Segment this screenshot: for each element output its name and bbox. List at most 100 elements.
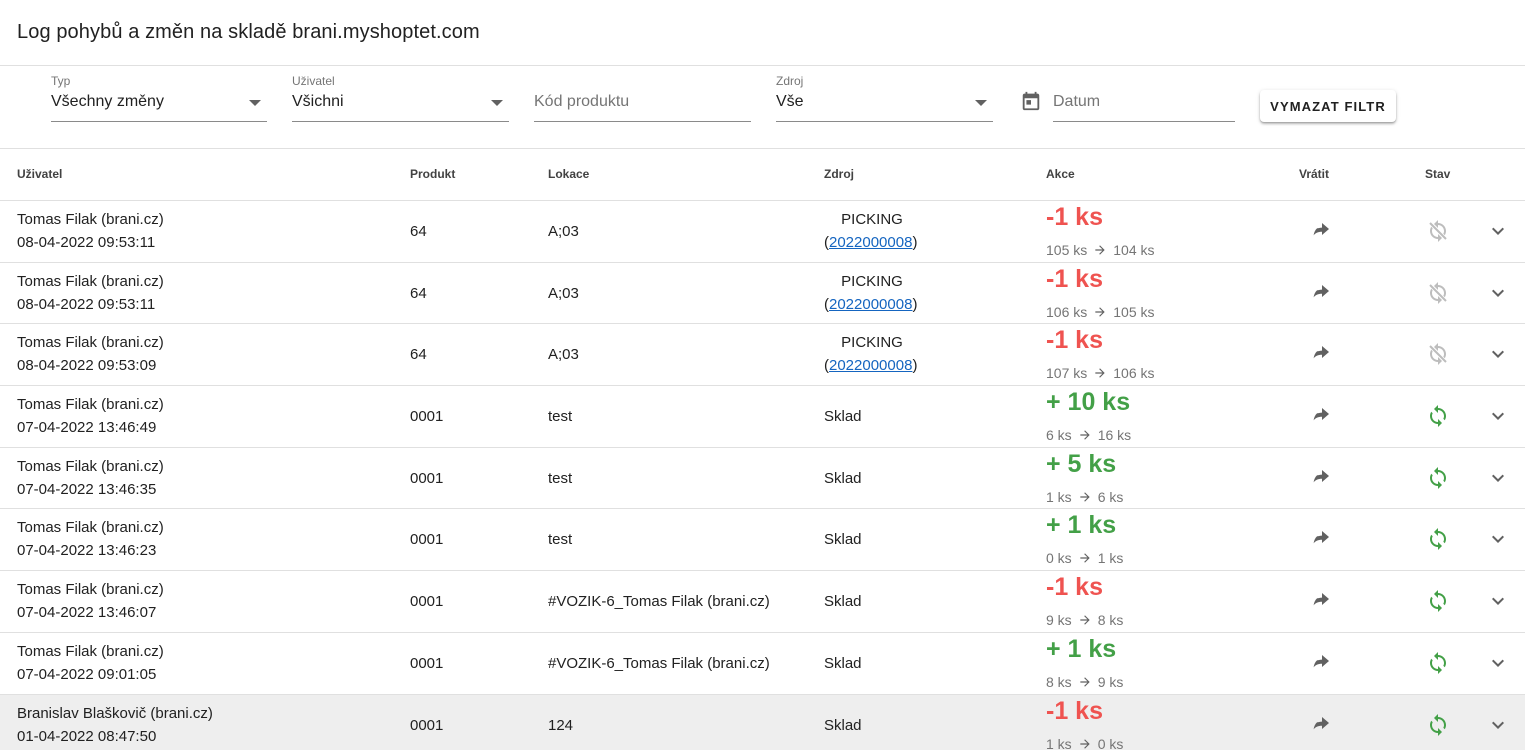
- expand-chevron-icon[interactable]: [1486, 651, 1510, 675]
- table-row[interactable]: Tomas Filak (brani.cz) 07-04-2022 13:46:4…: [0, 386, 1525, 448]
- stock-from: 106 ks: [1046, 303, 1088, 320]
- type-select-value: Všechny změny: [51, 93, 164, 110]
- source-select-label: Zdroj: [776, 74, 804, 88]
- stock-from: 1 ks: [1046, 488, 1072, 505]
- table-header: Uživatel Produkt Lokace Zdroj Akce Vráti…: [0, 149, 1525, 201]
- table-row[interactable]: Tomas Filak (brani.cz) 07-04-2022 13:46:0…: [0, 571, 1525, 633]
- order-link[interactable]: 2022000008: [829, 296, 912, 313]
- source-order: (2022000008): [824, 234, 918, 251]
- sync-icon[interactable]: [1426, 713, 1450, 737]
- arrow-right-icon: [1093, 305, 1107, 319]
- action-amount: + 10 ks: [1046, 388, 1131, 417]
- stock-to: 106 ks: [1113, 365, 1155, 382]
- arrow-right-icon: [1078, 737, 1092, 750]
- arrow-right-icon: [1078, 675, 1092, 689]
- stock-to: 8 ks: [1097, 612, 1124, 629]
- source-order: (2022000008): [824, 357, 918, 375]
- date-placeholder: Datum: [1053, 93, 1101, 110]
- stock-change: 6 ks 16 ks: [1046, 427, 1131, 443]
- table-row[interactable]: Tomas Filak (brani.cz) 08-04-2022 09:53:1…: [0, 201, 1525, 263]
- sync-disabled-icon[interactable]: [1426, 281, 1450, 305]
- action-amount: -1 ks: [1046, 203, 1103, 231]
- change-datetime: 07-04-2022 09:01:05: [17, 665, 157, 683]
- table-row[interactable]: Tomas Filak (brani.cz) 08-04-2022 09:53:0…: [0, 324, 1525, 387]
- expand-chevron-icon[interactable]: [1486, 219, 1510, 243]
- location: #VOZIK-6_Tomas Filak (brani.cz): [548, 593, 770, 611]
- product-code-placeholder: Kód produktu: [534, 93, 630, 110]
- product-code: 64: [410, 284, 427, 302]
- product-code: 0001: [410, 716, 444, 734]
- revert-icon[interactable]: [1308, 281, 1332, 305]
- expand-chevron-icon[interactable]: [1486, 281, 1510, 305]
- expand-chevron-icon[interactable]: [1486, 404, 1510, 428]
- table-row[interactable]: Tomas Filak (brani.cz) 07-04-2022 09:01:0…: [0, 633, 1525, 695]
- revert-icon[interactable]: [1308, 651, 1332, 675]
- table-row[interactable]: Tomas Filak (brani.cz) 08-04-2022 09:53:1…: [0, 263, 1525, 325]
- calendar-icon[interactable]: [1020, 90, 1042, 112]
- revert-icon[interactable]: [1308, 342, 1332, 366]
- revert-icon[interactable]: [1308, 219, 1332, 243]
- expand-chevron-icon[interactable]: [1486, 527, 1510, 551]
- product-code-input[interactable]: Kód produktu: [534, 74, 751, 122]
- clear-filter-button[interactable]: VYMAZAT FILTR: [1260, 90, 1396, 122]
- sync-icon[interactable]: [1426, 527, 1450, 551]
- stock-to: 104 ks: [1113, 242, 1155, 258]
- source-select[interactable]: Zdroj Vše: [776, 74, 993, 122]
- user-name: Tomas Filak (brani.cz): [17, 211, 164, 228]
- location: A;03: [548, 346, 579, 364]
- location: test: [548, 469, 573, 487]
- stock-to: 105 ks: [1113, 303, 1155, 320]
- sync-icon[interactable]: [1426, 589, 1450, 613]
- location: 124: [548, 716, 574, 734]
- source-cell: Sklad: [824, 716, 862, 734]
- date-input[interactable]: Datum: [1053, 74, 1235, 122]
- table-row[interactable]: Tomas Filak (brani.cz) 07-04-2022 13:46:2…: [0, 509, 1525, 572]
- user-name: Tomas Filak (brani.cz): [17, 457, 164, 475]
- sync-icon[interactable]: [1426, 651, 1450, 675]
- stock-change: 9 ks 8 ks: [1046, 612, 1123, 628]
- table-row[interactable]: Tomas Filak (brani.cz) 07-04-2022 13:46:3…: [0, 448, 1525, 510]
- revert-icon[interactable]: [1308, 466, 1332, 490]
- sync-icon[interactable]: [1426, 404, 1450, 428]
- location: test: [548, 408, 573, 426]
- header-user: Uživatel: [17, 167, 63, 181]
- order-link[interactable]: 2022000008: [829, 234, 912, 251]
- user-name: Tomas Filak (brani.cz): [17, 519, 164, 537]
- revert-icon[interactable]: [1308, 527, 1332, 551]
- stock-to: 9 ks: [1097, 673, 1124, 690]
- source-cell: Sklad: [824, 531, 862, 549]
- source-cell: Sklad: [824, 469, 862, 487]
- revert-icon[interactable]: [1308, 713, 1332, 737]
- revert-icon[interactable]: [1308, 404, 1332, 428]
- arrow-right-icon: [1093, 366, 1107, 380]
- change-datetime: 01-04-2022 08:47:50: [17, 727, 157, 745]
- stock-from: 8 ks: [1046, 673, 1072, 690]
- table-row[interactable]: Branislav Blaškovič (brani.cz) 01-04-2022…: [0, 694, 1525, 750]
- stock-from: 107 ks: [1046, 365, 1088, 382]
- sync-icon[interactable]: [1426, 466, 1450, 490]
- order-link[interactable]: 2022000008: [829, 357, 912, 374]
- user-name: Tomas Filak (brani.cz): [17, 642, 164, 660]
- expand-chevron-icon[interactable]: [1486, 713, 1510, 737]
- sync-disabled-icon[interactable]: [1426, 342, 1450, 366]
- type-select[interactable]: Typ Všechny změny: [51, 74, 267, 122]
- user-name: Branislav Blaškovič (brani.cz): [17, 704, 213, 722]
- product-code: 64: [410, 346, 427, 364]
- user-select[interactable]: Uživatel Všichni: [292, 74, 509, 122]
- product-code: 0001: [410, 469, 444, 487]
- change-datetime: 07-04-2022 13:46:49: [17, 419, 157, 437]
- sync-disabled-icon[interactable]: [1426, 219, 1450, 243]
- change-datetime: 08-04-2022 09:53:11: [17, 295, 156, 313]
- source-cell: PICKING: [841, 334, 903, 352]
- location: A;03: [548, 284, 579, 302]
- revert-icon[interactable]: [1308, 589, 1332, 613]
- title-bar: Log pohybů a změn na skladě brani.myshop…: [0, 0, 1525, 66]
- expand-chevron-icon[interactable]: [1486, 342, 1510, 366]
- change-datetime: 08-04-2022 09:53:11: [17, 234, 156, 251]
- dropdown-arrow-icon: [975, 100, 987, 106]
- stock-change: 107 ks 106 ks: [1046, 365, 1155, 381]
- source-cell: Sklad: [824, 593, 862, 611]
- expand-chevron-icon[interactable]: [1486, 589, 1510, 613]
- change-datetime: 08-04-2022 09:53:09: [17, 357, 157, 375]
- expand-chevron-icon[interactable]: [1486, 466, 1510, 490]
